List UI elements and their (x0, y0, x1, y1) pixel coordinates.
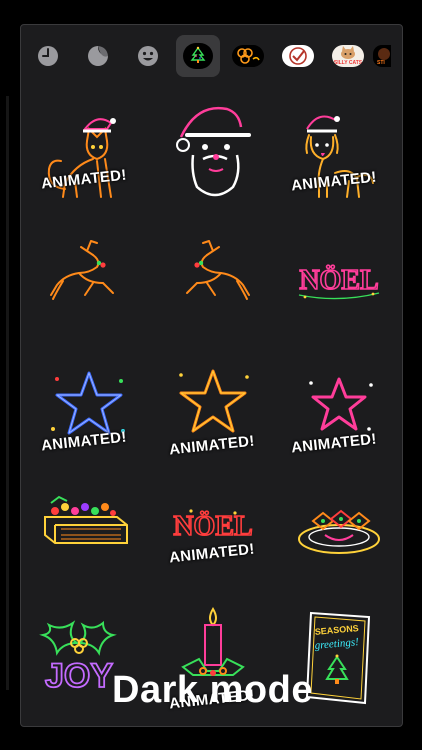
neon-noel-gold-image: NÖEL (173, 509, 253, 543)
cat-icon: SILLY CATS (332, 45, 364, 67)
sticker-pack-tabbar: SILLY CATS STI (21, 35, 402, 77)
tab-honeycomb-pack[interactable] (223, 35, 273, 77)
sticker-pink-star[interactable]: ANIMATED! (279, 349, 399, 467)
svg-text:STI: STI (377, 60, 385, 66)
sticker-noel-animated[interactable]: NÖEL ANIMATED! (153, 477, 273, 595)
neon-cat-santa-image (47, 118, 116, 198)
tab-emoji[interactable] (123, 35, 173, 77)
neon-santa-image (176, 106, 251, 197)
sticker-reindeer-right[interactable] (153, 221, 273, 339)
silly-cats-label: SILLY CATS (333, 60, 363, 66)
tab-recents[interactable] (23, 35, 73, 77)
noel-gold-text: NÖEL (173, 511, 252, 542)
neon-reindeer-image (50, 240, 114, 300)
card-greetings-text: greetings! (314, 636, 359, 652)
neon-noel-text-image: NÖEL (299, 264, 379, 300)
neon-reindeer-image (186, 240, 250, 300)
smiley-icon (138, 46, 158, 66)
device-edge (6, 96, 9, 690)
sticker-reindeer-left[interactable] (27, 221, 147, 339)
card-seasons-text: SEASONS (314, 623, 359, 637)
tab-stickers-peel[interactable] (73, 35, 123, 77)
sticker-cookie-plate[interactable] (279, 477, 399, 595)
honeycomb-icon (232, 45, 264, 67)
neon-cookie-plate-image (298, 509, 380, 554)
checkmark-icon (282, 45, 314, 67)
tab-partial-pack[interactable]: STI (373, 35, 393, 77)
tab-christmas-neon[interactable] (176, 35, 220, 77)
sticker-neon-dog[interactable]: ANIMATED! (279, 93, 399, 211)
tab-silly-cats-pack[interactable]: SILLY CATS (323, 35, 373, 77)
dark-mode-caption: Dark mode (112, 669, 313, 711)
sticker-noel[interactable]: NÖEL (279, 221, 399, 339)
neon-fruit-cake-image (44, 495, 128, 544)
sticker-drawer: SILLY CATS STI ANIMATED! ANIMATED! NÖEL … (20, 24, 403, 727)
sticker-neon-cat[interactable]: ANIMATED! (27, 93, 147, 211)
sticker-blue-star[interactable]: ANIMATED! (27, 349, 147, 467)
christmas-tree-icon (183, 43, 213, 69)
noel-text: NÖEL (299, 265, 378, 296)
tab-checkmark-pack[interactable] (273, 35, 323, 77)
sticker-orange-star[interactable]: ANIMATED! (153, 349, 273, 467)
sticker-cake[interactable] (27, 477, 147, 595)
sticker-neon-santa[interactable] (153, 93, 273, 211)
clock-icon (38, 46, 58, 66)
peel-sticker-icon (88, 46, 108, 66)
sticker-pack-icon: STI (373, 45, 391, 67)
